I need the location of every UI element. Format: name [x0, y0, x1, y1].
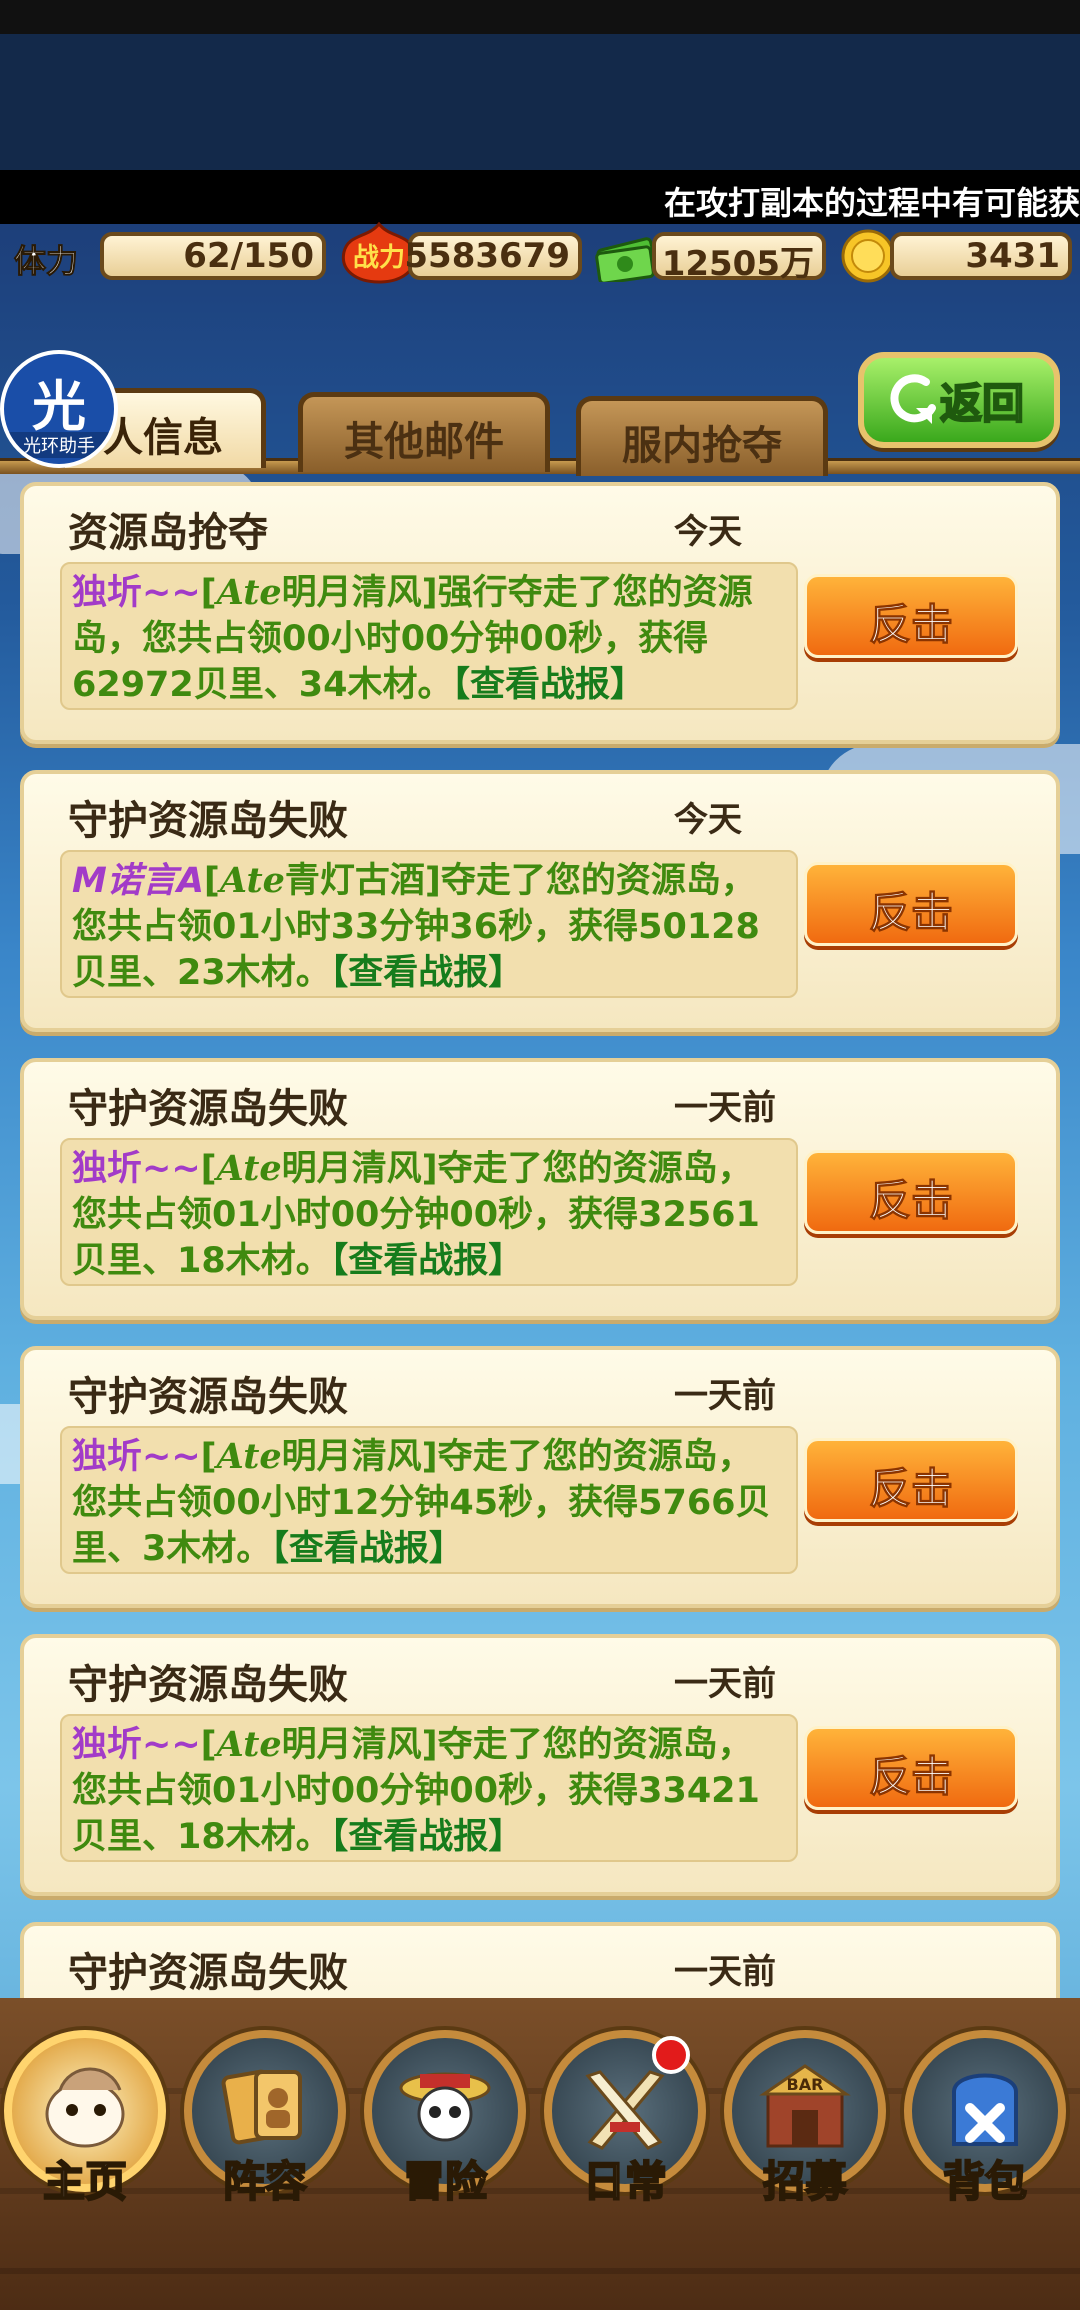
- counterattack-button[interactable]: 反击: [804, 574, 1018, 658]
- counterattack-button[interactable]: 反击: [804, 862, 1018, 946]
- mail-time: 今天: [674, 800, 742, 840]
- lineup-icon: [221, 2069, 302, 2145]
- counterattack-button[interactable]: 反击: [804, 1438, 1018, 1522]
- mail-card: 守护资源岛失败 一天前 独圻~~[Ate明月清风]夺走了您的资源岛，您共占领00…: [20, 1346, 1060, 1608]
- gold-value: 3431: [965, 236, 1060, 276]
- tab-label: 服内抢夺: [622, 423, 782, 469]
- nav-label: 日常: [582, 2156, 668, 2207]
- mail-title: 守护资源岛失败: [68, 798, 348, 844]
- mail-card: 守护资源岛失败 一天前 独圻~~[Ate明月清风]夺走了您的资源岛，您共占领01…: [20, 1634, 1060, 1896]
- view-report-link[interactable]: 【查看战报】: [452, 665, 645, 705]
- nav-home[interactable]: 主页: [4, 2030, 166, 2210]
- mail-title: 守护资源岛失败: [68, 1662, 348, 1708]
- tab-other-mail[interactable]: 其他邮件: [298, 392, 550, 472]
- tab-server-plunder[interactable]: 服内抢夺: [576, 396, 828, 476]
- nav-label: 背包: [942, 2156, 1028, 2207]
- back-label: 返回: [939, 378, 1025, 429]
- mail-message: 独圻~~[Ate明月清风]夺走了您的资源岛，您共占领01小时00分钟00秒，获得…: [60, 1138, 798, 1286]
- mail-time: 一天前: [674, 1952, 776, 1992]
- player-name[interactable]: 独圻~~: [72, 1149, 201, 1189]
- mail-title: 守护资源岛失败: [68, 1374, 348, 1420]
- mail-list[interactable]: 资源岛抢夺 今天 独圻~~[Ate明月清风]强行夺走了您的资源岛，您共占领00小…: [0, 474, 1080, 1998]
- mail-card: 守护资源岛失败 今天 M诺言A[Ate青灯古酒]夺走了您的资源岛，您共占领01小…: [20, 770, 1060, 1032]
- player-name[interactable]: M诺言A: [72, 861, 204, 901]
- back-button[interactable]: 返回: [858, 352, 1060, 448]
- nav-lineup[interactable]: 阵容: [184, 2030, 346, 2210]
- player-name[interactable]: 独圻~~: [72, 573, 201, 613]
- money-stat: 12505万: [652, 232, 826, 284]
- status-bar: [0, 0, 1080, 34]
- tab-label: 其他邮件: [344, 419, 504, 465]
- power-icon-text: 战力: [353, 243, 405, 273]
- mail-title: 资源岛抢夺: [68, 510, 268, 556]
- stamina-label: 体力: [13, 242, 79, 281]
- mail-time: 一天前: [674, 1088, 776, 1128]
- gold-coin-icon: [841, 229, 895, 283]
- svg-text:BAR: BAR: [787, 2075, 824, 2094]
- mail-message: M诺言A[Ate青灯古酒]夺走了您的资源岛，您共占领01小时33分钟36秒，获得…: [60, 850, 798, 998]
- gold-stat: 3431: [890, 232, 1072, 280]
- player-name[interactable]: 独圻~~: [72, 1725, 201, 1765]
- mail-title: 守护资源岛失败: [68, 1950, 348, 1996]
- badge-caption: 光环助手: [4, 432, 114, 458]
- return-arrow-icon: [890, 374, 936, 424]
- ticker-text: 在攻打副本的过程中有可能获: [664, 184, 1080, 222]
- cash-icon: [595, 237, 658, 282]
- mail-title: 守护资源岛失败: [68, 1086, 348, 1132]
- stamina-value: 62/150: [183, 236, 314, 276]
- nav-adventure[interactable]: 冒险: [364, 2030, 526, 2210]
- counterattack-button[interactable]: 反击: [804, 1726, 1018, 1810]
- mail-message: 独圻~~[Ate明月清风]夺走了您的资源岛，您共占领00小时12分钟45秒，获得…: [60, 1426, 798, 1574]
- notification-dot: [652, 2036, 690, 2074]
- ticker-bar: 在攻打副本的过程中有可能获: [0, 170, 1080, 224]
- nav-label: 冒险: [402, 2156, 488, 2207]
- skull-icon: [399, 2072, 491, 2142]
- backpack-icon: [952, 2073, 1018, 2146]
- mail-time: 一天前: [674, 1376, 776, 1416]
- mail-time: 一天前: [674, 1664, 776, 1704]
- view-report-link[interactable]: 【查看战报】: [271, 1529, 464, 1569]
- view-report-link[interactable]: 【查看战报】: [331, 953, 524, 993]
- mail-card: 守护资源岛失败 一天前: [20, 1922, 1060, 1998]
- mail-time: 今天: [674, 512, 742, 552]
- overlay-badge[interactable]: 光 光环助手: [0, 350, 118, 468]
- view-report-link[interactable]: 【查看战报】: [331, 1241, 524, 1281]
- power-value: 5583679: [404, 236, 570, 276]
- mail-message: 独圻~~[Ate明月清风]夺走了您的资源岛，您共占领01小时00分钟00秒，获得…: [60, 1714, 798, 1862]
- mail-message: 独圻~~[Ate明月清风]强行夺走了您的资源岛，您共占领00小时00分钟00秒，…: [60, 562, 798, 710]
- nav-label: 招募: [762, 2156, 848, 2207]
- power-stat: 5583679: [404, 232, 582, 280]
- top-spacer: [0, 34, 1080, 170]
- mail-card: 资源岛抢夺 今天 独圻~~[Ate明月清风]强行夺走了您的资源岛，您共占领00小…: [20, 482, 1060, 744]
- money-value: 12505万: [661, 244, 814, 284]
- counterattack-button[interactable]: 反击: [804, 1150, 1018, 1234]
- view-report-link[interactable]: 【查看战报】: [331, 1817, 524, 1857]
- home-icon: [45, 2067, 125, 2148]
- player-name[interactable]: 独圻~~: [72, 1437, 201, 1477]
- mail-card: 守护资源岛失败 一天前 独圻~~[Ate明月清风]夺走了您的资源岛，您共占领01…: [20, 1058, 1060, 1320]
- badge-glyph: 光: [32, 375, 86, 438]
- stamina-stat: 62/150: [100, 232, 326, 280]
- nav-label: 主页: [42, 2156, 128, 2207]
- nav-label: 阵容: [222, 2156, 308, 2207]
- bar-icon: BAR: [759, 2064, 851, 2148]
- nav-recruit[interactable]: BAR 招募: [724, 2030, 886, 2210]
- nav-backpack[interactable]: 背包: [904, 2030, 1066, 2210]
